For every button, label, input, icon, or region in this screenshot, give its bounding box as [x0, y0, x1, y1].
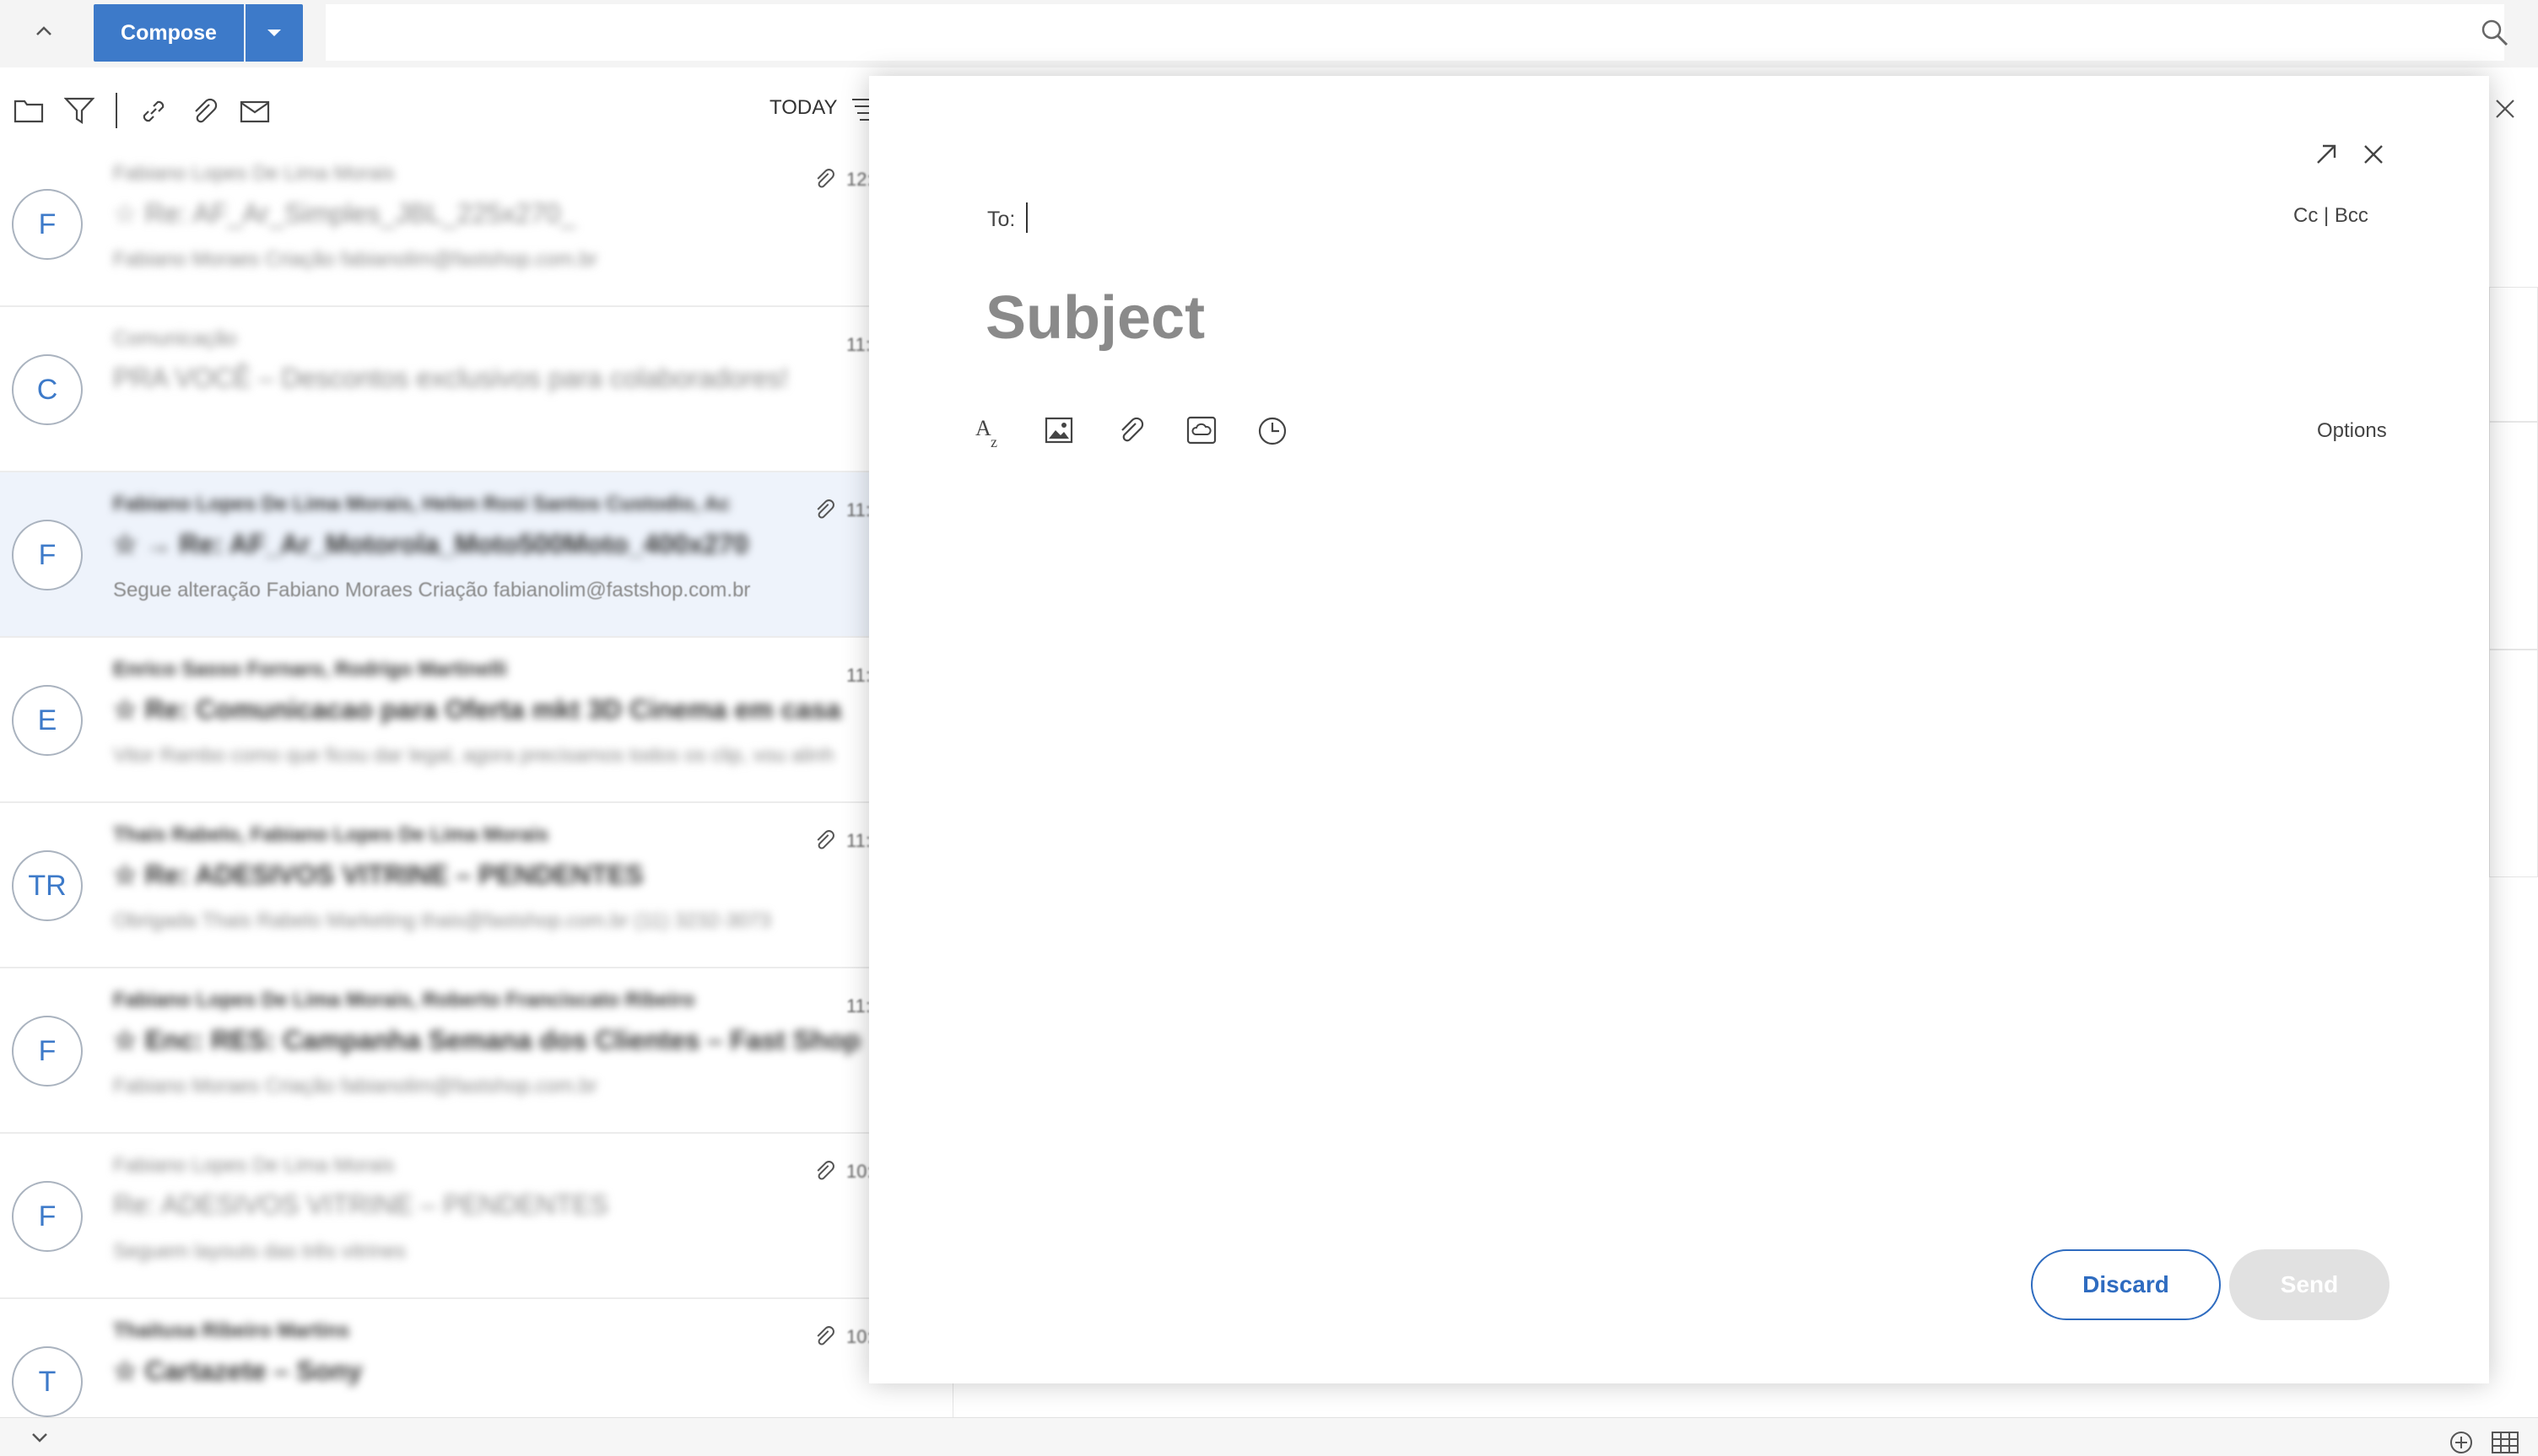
message-time: 12: [846, 169, 872, 190]
message-preview: Fabiano Moraes Criação fabianolim@fastsh… [113, 1075, 597, 1097]
message-row[interactable]: F Fabiano Lopes De Lima Morais, Helen Ros… [0, 472, 953, 638]
avatar: TR [12, 850, 83, 921]
send-button[interactable]: Send [2229, 1249, 2390, 1320]
avatar: T [12, 1346, 83, 1417]
cc-bcc-toggle[interactable]: Cc | Bcc [2293, 204, 2368, 228]
to-field-cursor[interactable] [1026, 202, 1028, 233]
close-dialog-icon[interactable] [2362, 143, 2384, 165]
text-format-icon[interactable]: Az [974, 415, 1004, 450]
attachment-icon [813, 498, 836, 521]
svg-text:A: A [975, 416, 991, 440]
status-bar [0, 1417, 2538, 1456]
sort-lines-icon[interactable] [850, 96, 871, 121]
avatar: F [12, 520, 83, 590]
toolbar-divider [116, 93, 117, 128]
message-preview: Vitor Rambo como que ficou dar legal, ag… [113, 744, 834, 767]
message-row[interactable]: C Comunicação PRA VOCÊ – Descontos exclusi… [0, 307, 953, 472]
discard-button[interactable]: Discard [2031, 1249, 2221, 1320]
insert-image-icon[interactable] [1045, 417, 1073, 444]
schedule-clock-icon[interactable] [1257, 416, 1288, 446]
message-row[interactable]: F Fabiano Lopes De Lima Morais, Roberto F… [0, 968, 953, 1134]
attachment-icon [813, 828, 836, 852]
message-subject: Re: ADESIVOS VITRINE – PENDENTES [113, 1189, 608, 1220]
options-link[interactable]: Options [2317, 419, 2387, 443]
folder-icon[interactable] [14, 98, 44, 123]
avatar: C [12, 354, 83, 425]
to-label: To: [987, 208, 1016, 231]
message-time: 11: [846, 830, 871, 851]
message-row[interactable]: E Enrico Sasso Fornaro, Rodrigo Martinell… [0, 638, 953, 803]
message-sender: Enrico Sasso Fornaro, Rodrigo Martinelli [113, 658, 507, 681]
avatar: F [12, 1016, 83, 1087]
message-row[interactable]: T Thaitusa Ribeiro Martins ☆ Cartazete – S… [0, 1299, 953, 1417]
message-preview: Obrigada Thais Rabelo Marketing thais@fa… [113, 909, 771, 932]
subject-field[interactable]: Subject [986, 283, 1205, 353]
compose-dialog: To: Cc | Bcc Subject Az Options Discard … [869, 76, 2489, 1383]
attachment-icon [813, 1159, 836, 1183]
message-subject: ☆ Re: AF_Ar_Simples_JBL_225x270_ [113, 198, 576, 229]
message-row[interactable]: TR Thais Rabelo, Fabiano Lopes De Lima Mo… [0, 803, 953, 968]
message-time: 11: [846, 499, 871, 520]
message-time: 11: [846, 665, 871, 686]
sort-label[interactable]: TODAY [770, 96, 837, 120]
message-preview: Fabiano Moraes Criação fabianolim@fastsh… [113, 248, 597, 271]
filter-icon[interactable] [64, 96, 94, 125]
grid-view-icon[interactable] [2491, 1430, 2519, 1455]
message-subject: ☆ Re: Comunicacao para Oferta mkt 3D Cin… [113, 694, 841, 725]
message-time: 10: [846, 1161, 872, 1182]
pop-out-arrow-icon[interactable] [2314, 142, 2339, 167]
message-list: F Fabiano Lopes De Lima Morais ☆ Re: AF_Ar… [0, 142, 953, 1417]
message-subject: ☆ Cartazete – Sony [113, 1356, 363, 1386]
message-sender: Thaitusa Ribeiro Martins [113, 1319, 350, 1342]
message-time: 11: [846, 995, 871, 1017]
search-icon[interactable] [2481, 19, 2509, 47]
add-circle-icon[interactable] [2449, 1430, 2474, 1455]
message-row[interactable]: F Fabiano Lopes De Lima Morais Re: ADESIVO… [0, 1134, 953, 1299]
caret-down-icon [267, 30, 281, 36]
message-sender: Comunicação [113, 327, 237, 350]
top-bar: Compose [0, 0, 2538, 67]
attachment-filter-icon[interactable] [189, 96, 219, 127]
message-preview: Seguem layouts das três vitrines [113, 1240, 406, 1263]
link-icon[interactable] [138, 96, 169, 127]
compose-dropdown-button[interactable] [246, 4, 303, 62]
svg-text:z: z [991, 434, 997, 450]
compose-button[interactable]: Compose [94, 4, 244, 62]
message-subject: ☆ Re: ADESIVOS VITRINE – PENDENTES [113, 860, 644, 890]
message-sender: Fabiano Lopes De Lima Morais [113, 162, 395, 185]
message-subject: ☆ → Re: AF_Ar_Motorola_Moto500Moto_400x2… [113, 529, 749, 559]
avatar: F [12, 1181, 83, 1252]
message-time: 11: [846, 334, 871, 355]
message-row[interactable]: F Fabiano Lopes De Lima Morais ☆ Re: AF_Ar… [0, 142, 953, 307]
attachment-icon [813, 1324, 836, 1348]
message-sender: Thais Rabelo, Fabiano Lopes De Lima Mora… [113, 823, 549, 846]
avatar: E [12, 685, 83, 756]
attach-file-icon[interactable] [1115, 415, 1146, 445]
background-panel-fragment [2489, 422, 2538, 650]
message-preview: Segue alteração Fabiano Moraes Criação f… [113, 579, 751, 601]
attachment-icon [813, 167, 836, 191]
message-subject: ☆ Enc: RES: Campanha Semana dos Clientes… [113, 1025, 861, 1055]
close-reading-pane-icon[interactable] [2494, 98, 2516, 120]
message-subject: PRA VOCÊ – Descontos exclusivos para col… [113, 363, 789, 393]
cloud-attach-icon[interactable] [1186, 416, 1217, 445]
message-sender: Fabiano Lopes De Lima Morais, Roberto Fr… [113, 989, 695, 1011]
envelope-icon[interactable] [240, 100, 270, 123]
background-panel-fragment [2489, 650, 2538, 877]
collapse-chevron-up-icon[interactable] [32, 20, 56, 42]
message-time: 10: [846, 1326, 872, 1347]
message-sender: Fabiano Lopes De Lima Morais, Helen Rosi… [113, 493, 731, 515]
expand-chevron-down-icon[interactable] [29, 1430, 51, 1445]
background-panel-fragment [2489, 287, 2538, 422]
message-sender: Fabiano Lopes De Lima Morais [113, 1154, 395, 1177]
search-input[interactable] [326, 4, 2504, 61]
avatar: F [12, 189, 83, 260]
